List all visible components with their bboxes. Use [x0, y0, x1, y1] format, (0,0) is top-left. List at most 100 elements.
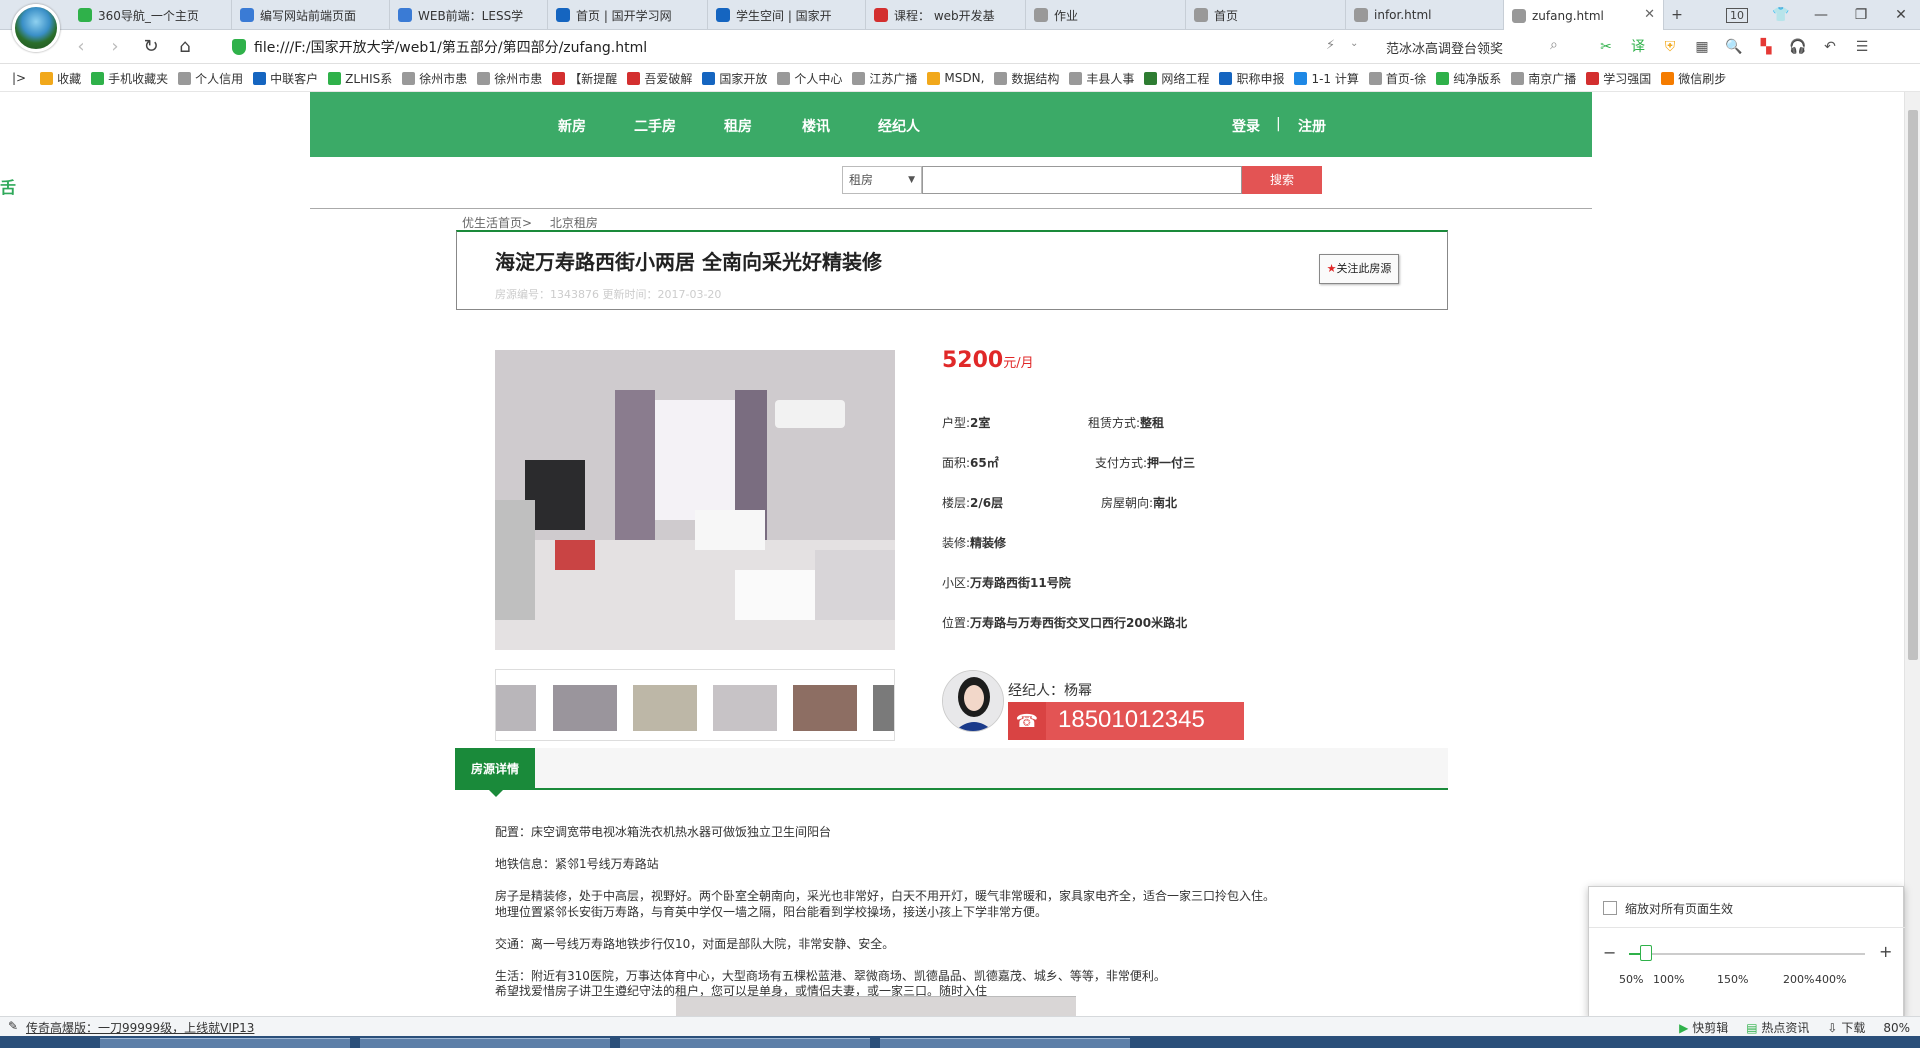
- taskbar-item[interactable]: [360, 1038, 610, 1048]
- status-ad-link[interactable]: 传奇高爆版：一刀99999级，上线就VIP13: [26, 1019, 254, 1036]
- agent-phone[interactable]: ☎ 18501012345: [1008, 702, 1244, 740]
- register-link[interactable]: 注册: [1298, 116, 1326, 136]
- browser-tab[interactable]: 编写网站前端页面: [232, 0, 390, 30]
- agent-avatar[interactable]: [942, 670, 1004, 732]
- bookmark-item[interactable]: 微信刷步: [1661, 70, 1726, 87]
- nav-agents[interactable]: 经纪人: [878, 116, 920, 136]
- bookmark-item[interactable]: 网络工程: [1144, 70, 1209, 87]
- login-link[interactable]: 登录: [1232, 116, 1260, 136]
- bookmark-item[interactable]: 徐州市患: [402, 70, 467, 87]
- apps-icon[interactable]: ▚: [1755, 37, 1777, 57]
- status-download[interactable]: ⇩ 下载: [1827, 1019, 1865, 1036]
- search-button[interactable]: 搜索: [1242, 166, 1322, 194]
- browser-tab[interactable]: infor.html: [1346, 0, 1504, 30]
- zoom-in-button[interactable]: +: [1879, 942, 1892, 961]
- browser-tab[interactable]: 学生空间 | 国家开: [708, 0, 866, 30]
- scrollbar-thumb[interactable]: [1908, 110, 1918, 660]
- bookmark-item[interactable]: ZLHIS系: [328, 70, 392, 87]
- bookmark-item[interactable]: 江苏广播: [852, 70, 917, 87]
- taskbar-item[interactable]: [100, 1038, 350, 1048]
- search-input[interactable]: [922, 166, 1242, 194]
- nav-news[interactable]: 楼讯: [802, 116, 830, 136]
- nav-rent[interactable]: 租房: [724, 116, 752, 136]
- search-icon[interactable]: ⌕: [1550, 37, 1558, 53]
- side-widget-icon[interactable]: 舌: [0, 174, 16, 198]
- browser-tab[interactable]: 作业: [1026, 0, 1186, 30]
- bookmark-item[interactable]: 数据结构: [994, 70, 1059, 87]
- zoom-slider-track[interactable]: [1629, 953, 1865, 955]
- bookmark-item[interactable]: 职称申报: [1219, 70, 1284, 87]
- bookmark-item[interactable]: 学习强国: [1586, 70, 1651, 87]
- thumbnail-6[interactable]: [873, 685, 894, 731]
- bookmark-item[interactable]: 纯净版系: [1436, 70, 1501, 87]
- magnifier-icon[interactable]: 🔍: [1723, 37, 1745, 57]
- breadcrumb-home[interactable]: 优生活首页>: [462, 216, 532, 230]
- sidebar-toggle-icon[interactable]: |>: [12, 71, 26, 85]
- taskbar-item[interactable]: [880, 1038, 1130, 1048]
- bookmark-item[interactable]: 收藏: [40, 70, 81, 87]
- bookmark-item[interactable]: 徐州市患: [477, 70, 542, 87]
- nav-second-hand[interactable]: 二手房: [634, 116, 676, 136]
- vertical-scrollbar[interactable]: [1904, 92, 1920, 1016]
- new-tab-button[interactable]: +: [1660, 0, 1694, 30]
- search-hint[interactable]: 范冰冰高调登台领奖: [1386, 38, 1503, 57]
- thumbnail-3[interactable]: [633, 685, 697, 731]
- shirt-icon[interactable]: 👕: [1764, 0, 1798, 30]
- bookmark-item[interactable]: 中联客户: [253, 70, 318, 87]
- menu-icon[interactable]: ☰: [1851, 37, 1873, 57]
- close-window-button[interactable]: ✕: [1884, 0, 1918, 30]
- browser-tab[interactable]: 360导航_一个主页: [70, 0, 232, 30]
- close-tab-icon[interactable]: ✕: [1644, 7, 1655, 22]
- zoom-tick-400[interactable]: 400%: [1815, 973, 1846, 986]
- browser-tab[interactable]: zufang.html ✕: [1504, 0, 1664, 31]
- chevron-down-icon[interactable]: ⌄: [1350, 38, 1358, 49]
- tab-listing-details[interactable]: 房源详情: [455, 748, 535, 790]
- thumbnail-5[interactable]: [793, 685, 857, 731]
- bookmark-item[interactable]: MSDN,: [927, 71, 984, 85]
- zoom-tick-100[interactable]: 100%: [1653, 973, 1684, 986]
- thumbnail-1[interactable]: [496, 685, 536, 731]
- zoom-tick-200[interactable]: 200%: [1783, 973, 1814, 986]
- thumbnail-2[interactable]: [553, 685, 617, 731]
- taskbar-item[interactable]: [620, 1038, 870, 1048]
- browser-tab[interactable]: 首页: [1186, 0, 1346, 30]
- minimize-button[interactable]: —: [1804, 0, 1838, 30]
- browser-tab[interactable]: 课程： web开发基: [866, 0, 1026, 30]
- home-icon[interactable]: ⌂: [174, 36, 196, 58]
- bookmark-item[interactable]: 个人信用: [178, 70, 243, 87]
- thumbnail-4[interactable]: [713, 685, 777, 731]
- browser-logo[interactable]: [12, 4, 60, 52]
- detail-photo[interactable]: [676, 996, 1076, 1016]
- status-quick-clip[interactable]: ▶ 快剪辑: [1679, 1019, 1728, 1036]
- reload-icon[interactable]: ↻: [140, 36, 162, 58]
- zoom-slider-handle[interactable]: [1639, 945, 1652, 961]
- bookmark-item[interactable]: 吾爱破解: [627, 70, 692, 87]
- url-field[interactable]: file:///F:/国家开放大学/web1/第五部分/第四部分/zufang.…: [232, 35, 1332, 59]
- bookmark-item[interactable]: 1-1 计算: [1294, 70, 1359, 87]
- translate-icon[interactable]: 译: [1627, 37, 1649, 57]
- status-hot-news[interactable]: ▤ 热点资讯: [1746, 1019, 1809, 1036]
- back-button[interactable]: ‹: [70, 36, 92, 58]
- bookmark-item[interactable]: 国家开放: [702, 70, 767, 87]
- bookmark-item[interactable]: 个人中心: [777, 70, 842, 87]
- nav-new-homes[interactable]: 新房: [558, 116, 586, 136]
- breadcrumb-beijing-rent[interactable]: 北京租房: [550, 216, 598, 230]
- bookmark-item[interactable]: 首页-徐: [1368, 70, 1426, 87]
- image-icon[interactable]: ▦: [1691, 37, 1713, 57]
- lightning-icon[interactable]: ⚡: [1326, 38, 1335, 53]
- follow-listing-button[interactable]: ★关注此房源: [1319, 254, 1399, 284]
- headphones-icon[interactable]: 🎧: [1787, 37, 1809, 57]
- browser-tab[interactable]: WEB前端：LESS学: [390, 0, 548, 30]
- shield-icon[interactable]: ⛨: [1659, 37, 1681, 57]
- undo-icon[interactable]: ↶: [1819, 37, 1841, 57]
- tab-count-badge[interactable]: 10: [1720, 0, 1754, 30]
- scissors-icon[interactable]: ✂: [1595, 37, 1617, 57]
- bookmark-item[interactable]: 【新提醒: [552, 70, 617, 87]
- forward-button[interactable]: ›: [104, 36, 126, 58]
- bookmark-item[interactable]: 南京广播: [1511, 70, 1576, 87]
- zoom-tick-50[interactable]: 50%: [1619, 973, 1643, 986]
- restore-button[interactable]: ❐: [1844, 0, 1878, 30]
- bookmark-item[interactable]: 手机收藏夹: [91, 70, 168, 87]
- status-zoom[interactable]: 80%: [1883, 1021, 1910, 1035]
- bookmark-item[interactable]: 丰县人事: [1069, 70, 1134, 87]
